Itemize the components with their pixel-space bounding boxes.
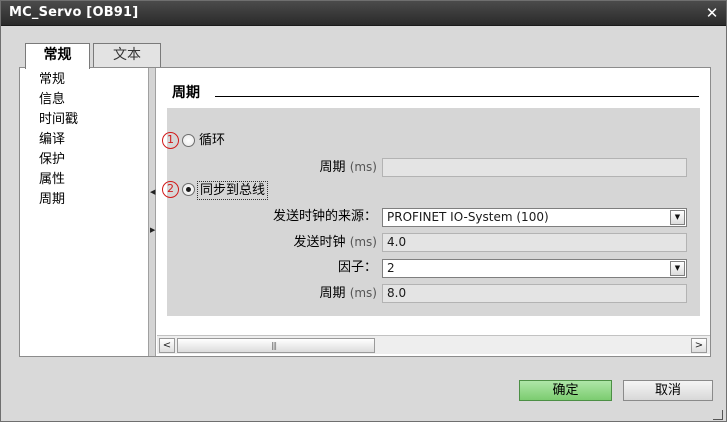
scroll-left-icon[interactable]: < bbox=[159, 338, 175, 353]
section-divider bbox=[215, 96, 699, 97]
nav-item-attributes[interactable]: 属性 bbox=[39, 170, 139, 189]
bus-sync-label: 同步到总线 bbox=[197, 181, 269, 200]
nav-item-general[interactable]: 常规 bbox=[39, 70, 139, 89]
factor-label: 因子： bbox=[337, 260, 377, 275]
window-title: MC_Servo [OB91] bbox=[9, 5, 139, 20]
cycle-options-panel: 1 循环 周期 (ms) 2 同步到总线 发送时钟的来源： PROFINET I… bbox=[162, 108, 700, 316]
cyclic-period-field[interactable] bbox=[382, 158, 687, 177]
content-frame: 常规 信息 时间戳 编译 保护 属性 周期 ◀ ▶ 周期 1 循环 周期 (ms… bbox=[19, 67, 711, 357]
send-clock-unit: (ms) bbox=[349, 235, 377, 249]
send-clock-text: 发送时钟 bbox=[293, 235, 346, 250]
properties-dialog: MC_Servo [OB91] ✕ 常规 文本 常规 信息 时间戳 编译 保护 … bbox=[0, 0, 727, 422]
marker-2: 2 bbox=[162, 181, 179, 198]
cyclic-period-unit: (ms) bbox=[349, 160, 377, 174]
nav-item-cycle[interactable]: 周期 bbox=[39, 190, 139, 209]
send-clock-field[interactable]: 4.0 bbox=[382, 233, 687, 252]
title-bar[interactable]: MC_Servo [OB91] ✕ bbox=[1, 1, 726, 26]
bus-period-label: 周期 (ms) bbox=[277, 284, 377, 303]
thumb-grip: ||| bbox=[271, 341, 277, 350]
dropdown-arrow-icon[interactable]: ▼ bbox=[670, 261, 685, 276]
scroll-right-icon[interactable]: > bbox=[691, 338, 707, 353]
tab-general[interactable]: 常规 bbox=[25, 43, 90, 69]
radio-selected-dot bbox=[186, 187, 191, 192]
dropdown-arrow-icon[interactable]: ▼ bbox=[670, 210, 685, 225]
nav-item-information[interactable]: 信息 bbox=[39, 90, 139, 109]
marker-1: 1 bbox=[162, 132, 179, 149]
resize-grip-icon[interactable] bbox=[713, 410, 723, 420]
horizontal-scrollbar[interactable]: < ||| > bbox=[157, 335, 710, 354]
clock-source-select[interactable]: PROFINET IO-System (100) ▼ bbox=[382, 208, 687, 227]
factor-select[interactable]: 2 ▼ bbox=[382, 259, 687, 278]
cancel-button[interactable]: 取消 bbox=[623, 380, 713, 401]
bus-period-field[interactable]: 8.0 bbox=[382, 284, 687, 303]
send-clock-label: 发送时钟 (ms) bbox=[227, 233, 377, 252]
nav-splitter[interactable]: ◀ ▶ bbox=[148, 68, 156, 356]
clock-source-value: PROFINET IO-System (100) bbox=[387, 210, 549, 224]
collapse-left-icon[interactable]: ◀ bbox=[150, 188, 155, 196]
bus-period-unit: (ms) bbox=[349, 286, 377, 300]
cyclic-period-label: 周期 (ms) bbox=[277, 158, 377, 177]
tab-text[interactable]: 文本 bbox=[93, 43, 161, 68]
nav-item-protection[interactable]: 保护 bbox=[39, 150, 139, 169]
property-nav: 常规 信息 时间戳 编译 保护 属性 周期 bbox=[20, 68, 148, 356]
bus-sync-radio[interactable] bbox=[182, 183, 195, 196]
expand-right-icon[interactable]: ▶ bbox=[150, 226, 155, 234]
clock-source-label: 发送时钟的来源： bbox=[272, 209, 377, 224]
scroll-thumb[interactable]: ||| bbox=[177, 338, 375, 353]
cyclic-radio[interactable] bbox=[182, 134, 195, 147]
close-icon[interactable]: ✕ bbox=[703, 5, 721, 22]
cyclic-label: 循环 bbox=[199, 133, 226, 148]
ok-button[interactable]: 确定 bbox=[519, 380, 612, 401]
cyclic-period-text: 周期 bbox=[319, 160, 346, 175]
cycle-settings: 周期 1 循环 周期 (ms) 2 同步到总线 发送时钟的来源： PROFINE… bbox=[157, 68, 710, 334]
bus-period-text: 周期 bbox=[319, 286, 346, 301]
nav-item-compile[interactable]: 编译 bbox=[39, 130, 139, 149]
nav-item-timestamp[interactable]: 时间戳 bbox=[39, 110, 139, 129]
section-title: 周期 bbox=[172, 85, 200, 101]
factor-value: 2 bbox=[387, 261, 395, 275]
